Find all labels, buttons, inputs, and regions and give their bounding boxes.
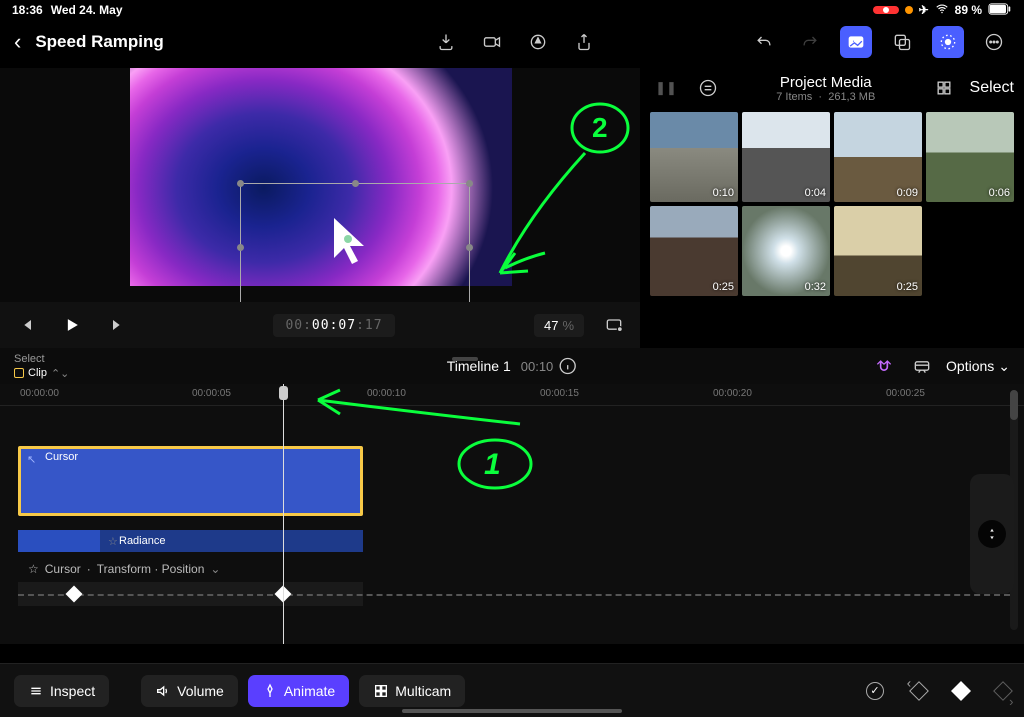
media-thumbnail[interactable]: 0:32 <box>742 206 830 296</box>
titlebar: ‹ Speed Ramping <box>0 20 1024 68</box>
snapping-icon[interactable] <box>870 352 898 380</box>
keyframe-line <box>18 594 1010 596</box>
marker-icon[interactable] <box>522 26 554 58</box>
media-thumbnail[interactable]: 0:06 <box>926 112 1014 202</box>
status-bar: 18:36 Wed 24. May ✈︎ 89 % <box>0 0 1024 20</box>
chevron-down-icon: ⌄ <box>998 358 1010 375</box>
timeline-playhead[interactable] <box>283 384 284 644</box>
svg-text:2: 2 <box>592 112 608 143</box>
airplane-icon: ✈︎ <box>919 3 929 17</box>
media-thumbnail[interactable]: 0:10 <box>650 112 738 202</box>
media-browser-icon[interactable] <box>840 26 872 58</box>
clip-color-icon <box>14 368 24 378</box>
media-select-button[interactable]: Select <box>970 79 1014 97</box>
keyframe-property-label[interactable]: ☆ Cursor · Transform · Position ⌄ <box>28 562 220 576</box>
next-frame-button[interactable] <box>102 309 134 341</box>
timeline-ruler[interactable]: 00:00:00 00:00:05 00:00:10 00:00:15 00:0… <box>0 384 1024 406</box>
timeline-info-icon[interactable] <box>557 356 577 376</box>
multicam-button[interactable]: Multicam <box>359 675 465 707</box>
status-time: 18:36 <box>12 3 43 17</box>
media-thumbnail[interactable]: 0:25 <box>834 206 922 296</box>
add-keyframe-button[interactable] <box>951 681 971 701</box>
home-indicator[interactable] <box>402 709 622 713</box>
grid-view-icon[interactable] <box>928 72 960 104</box>
more-menu-icon[interactable] <box>978 26 1010 58</box>
media-thumbnail[interactable]: 0:09 <box>834 112 922 202</box>
timeline-clip-cursor[interactable]: ↖ Cursor <box>18 446 363 516</box>
preview-zoom-value[interactable]: 47% <box>534 314 584 337</box>
timeline-duration: 00:10 <box>521 359 554 374</box>
timeline-name[interactable]: Timeline 1 <box>447 358 511 374</box>
wifi-icon <box>935 2 949 19</box>
share-icon[interactable] <box>568 26 600 58</box>
prev-frame-button[interactable] <box>10 309 42 341</box>
media-pause-icon[interactable]: ❚❚ <box>650 72 682 104</box>
media-thumbnail-grid: 0:10 0:04 0:09 0:06 0:25 0:32 0:25 <box>650 112 1014 296</box>
media-panel-subtitle: 7 Items · 261,3 MB <box>734 91 918 103</box>
battery-percent: 89 % <box>955 3 982 17</box>
project-media-pane: ❚❚ Project Media 7 Items · 261,3 MB Sele… <box>640 68 1024 348</box>
star-icon: ☆ <box>28 562 39 576</box>
import-icon[interactable] <box>430 26 462 58</box>
battery-icon <box>988 3 1012 18</box>
chevron-icon: ⌃⌄ <box>51 367 69 380</box>
media-thumbnail[interactable]: 0:25 <box>650 206 738 296</box>
inspect-button[interactable]: Inspect <box>14 675 109 707</box>
camera-icon[interactable] <box>476 26 508 58</box>
timeline-clip-radiance[interactable]: ☆ Radiance <box>18 530 363 552</box>
redo-icon[interactable] <box>794 26 826 58</box>
overlay-icon[interactable] <box>886 26 918 58</box>
star-icon: ☆ <box>108 535 118 548</box>
bottom-toolbar: Inspect Volume Animate Multicam ✓ ‹ › <box>0 663 1024 717</box>
volume-button[interactable]: Volume <box>141 675 238 707</box>
undo-icon[interactable] <box>748 26 780 58</box>
chevron-down-icon: ⌄ <box>210 562 220 576</box>
timeline-zoom-knob[interactable] <box>970 474 1014 594</box>
preview-pane[interactable]: 2 00:00:07:17 47% <box>0 68 640 348</box>
transport-bar: 00:00:07:17 47% <box>0 302 640 348</box>
timecode-display[interactable]: 00:00:07:17 <box>273 314 394 337</box>
timeline-options-button[interactable]: Options ⌄ <box>946 358 1010 375</box>
display-options-icon[interactable] <box>598 309 630 341</box>
timeline-area[interactable]: 00:00:00 00:00:05 00:00:10 00:00:15 00:0… <box>0 384 1024 644</box>
timeline-tools-icon[interactable] <box>908 352 936 380</box>
svg-text:1: 1 <box>484 448 501 481</box>
status-date: Wed 24. May <box>51 3 123 17</box>
cursor-overlay-graphic <box>330 216 374 270</box>
animate-button[interactable]: Animate <box>248 675 349 707</box>
media-list-icon[interactable] <box>692 72 724 104</box>
project-title: Speed Ramping <box>35 32 163 52</box>
media-thumbnail[interactable]: 0:04 <box>742 112 830 202</box>
privacy-mic-indicator <box>905 6 913 14</box>
cursor-clip-icon: ↖ <box>27 453 36 466</box>
next-keyframe-button[interactable]: › <box>993 681 1013 701</box>
back-button[interactable]: ‹ <box>14 29 21 55</box>
media-panel-title: Project Media <box>734 74 918 91</box>
apply-keyframe-button[interactable]: ✓ <box>866 682 884 700</box>
effects-icon[interactable] <box>932 26 964 58</box>
selected-clip-chip[interactable]: Clip ⌃⌄ <box>14 367 69 380</box>
timeline-header: Select Clip ⌃⌄ Timeline 1 00:10 Options … <box>0 348 1024 384</box>
play-button[interactable] <box>56 309 88 341</box>
prev-keyframe-button[interactable]: ‹ <box>909 681 929 701</box>
selection-label: Select <box>14 353 69 365</box>
screen-record-indicator[interactable] <box>873 6 899 14</box>
